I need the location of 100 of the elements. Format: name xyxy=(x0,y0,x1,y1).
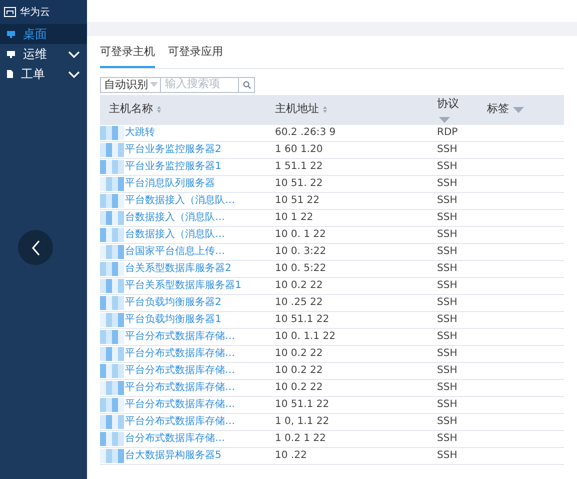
table-cell-text: 1 60 1.20 xyxy=(275,143,323,157)
table-cell-text: 10 51.1 22 xyxy=(275,313,330,327)
table-cell-text: SSH xyxy=(437,245,458,259)
table-cell-text: 10 0.2 22 xyxy=(275,364,323,378)
host-link[interactable]: 平台业务监控服务器1 xyxy=(125,159,222,174)
chevron-left-icon xyxy=(30,240,40,256)
table-cell-text: 60.2 .26:3 9 xyxy=(275,126,336,140)
pixelated-redaction xyxy=(100,398,124,412)
table-cell-text: 10 51 22 xyxy=(275,194,320,208)
table-cell-text: SSH xyxy=(437,330,458,344)
pixelated-redaction xyxy=(100,262,124,276)
monitor-icon xyxy=(7,30,15,38)
sidebar-item[interactable]: 运维 xyxy=(0,44,87,64)
tab[interactable]: 可登录应用 xyxy=(168,44,223,68)
host-link[interactable]: 平台分布式数据库存储… xyxy=(125,346,235,361)
table-cell-text: 10 51.1 22 xyxy=(275,398,330,412)
table-cell-text: SSH xyxy=(437,398,458,412)
pixelated-redaction xyxy=(100,296,124,310)
table-cell-text: 10 0.2 22 xyxy=(275,381,323,395)
column-header[interactable]: 标签 xyxy=(487,101,509,118)
table-cell-text: 1 0.2 1 22 xyxy=(275,432,326,446)
column-header[interactable]: 主机名称 xyxy=(109,101,153,118)
pixelated-redaction xyxy=(100,126,124,140)
table-cell-text: 10 0. 3:22 xyxy=(275,245,326,259)
table-cell-text: SSH xyxy=(437,449,458,463)
table-cell-text: SSH xyxy=(437,211,458,225)
table-cell-text: 10 0. 5:22 xyxy=(275,262,326,276)
table-cell-text: SSH xyxy=(437,160,458,174)
table-cell-text: SSH xyxy=(437,228,458,242)
chevron-down-icon xyxy=(68,70,80,78)
host-link[interactable]: 平台分布式数据库存储… xyxy=(125,414,235,429)
column-header[interactable]: 协议 xyxy=(437,96,459,113)
pixelated-redaction xyxy=(100,330,124,344)
host-link[interactable]: 平台数据接入（消息队… xyxy=(125,193,235,208)
pixelated-redaction xyxy=(100,312,124,326)
pixelated-redaction xyxy=(100,364,124,378)
host-link[interactable]: 平台分布式数据库存储… xyxy=(125,329,235,344)
pixelated-redaction xyxy=(100,414,124,428)
host-link[interactable]: 台分布式数据库存储… xyxy=(125,431,225,446)
host-link[interactable]: 平台负载均衡服务器1 xyxy=(125,312,222,327)
host-link[interactable]: 平台负载均衡服务器2 xyxy=(125,295,222,310)
table-cell-text: SSH xyxy=(437,381,458,395)
table-cell-text: 10 1 22 xyxy=(275,211,314,225)
table-cell-text: 10 0.2 22 xyxy=(275,279,323,293)
table-cell-text: 10 .25 22 xyxy=(275,296,323,310)
host-link[interactable]: 平台消息队列服务器 xyxy=(125,176,215,191)
host-link[interactable]: 平台业务监控服务器2 xyxy=(125,142,222,157)
host-link[interactable]: 平台分布式数据库存储… xyxy=(125,363,235,378)
monitor-icon xyxy=(7,50,15,58)
table-cell-text: SSH xyxy=(437,194,458,208)
search-field[interactable]: 输入搜索项 xyxy=(161,76,239,92)
table-cell-text: SSH xyxy=(437,432,458,446)
back-button[interactable] xyxy=(18,230,53,265)
pixelated-redaction xyxy=(100,142,124,156)
host-link[interactable]: 台数据接入（消息队… xyxy=(125,227,225,242)
host-link[interactable]: 台关系型数据库服务器2 xyxy=(125,261,232,276)
table-cell-text: 1 51.1 22 xyxy=(275,160,323,174)
sort-icon xyxy=(323,106,327,113)
sidebar-item[interactable]: 工单 xyxy=(0,64,87,84)
table-cell-text: 10 0.2 22 xyxy=(275,347,323,361)
brand-title: 华为云 xyxy=(20,6,50,20)
mode-select[interactable]: 自动识别 xyxy=(100,76,161,92)
table-cell-text: 10 0. 1 22 xyxy=(275,228,326,242)
sort-icon xyxy=(157,106,161,113)
pixelated-redaction xyxy=(100,346,124,360)
table-cell-text: 10 51. 22 xyxy=(275,177,323,191)
host-link[interactable]: 台数据接入（消息队… xyxy=(125,210,225,225)
pixelated-redaction xyxy=(100,210,124,224)
table-cell-text: 10 .22 xyxy=(275,449,307,463)
select-value: 自动识别 xyxy=(104,79,148,90)
logo-icon xyxy=(4,7,16,17)
table-cell-text: SSH xyxy=(437,415,458,429)
pixelated-redaction xyxy=(100,176,124,190)
column-header[interactable]: 主机地址 xyxy=(275,101,319,118)
table-cell-text: SSH xyxy=(437,143,458,157)
search-icon xyxy=(242,80,250,88)
pixelated-redaction xyxy=(100,244,124,258)
host-link[interactable]: 台国家平台信息上传… xyxy=(125,244,225,259)
pixelated-redaction xyxy=(100,278,124,292)
tab[interactable]: 可登录主机 xyxy=(100,44,155,68)
table-cell-text: SSH xyxy=(437,177,458,191)
sidebar-item[interactable]: 桌面 xyxy=(0,24,87,44)
host-link[interactable]: 平台分布式数据库存储… xyxy=(125,397,235,412)
host-link[interactable]: 大跳转 xyxy=(125,125,155,140)
document-icon xyxy=(7,70,13,78)
search-button[interactable] xyxy=(239,76,255,92)
filter-icon xyxy=(513,106,524,112)
chevron-down-icon xyxy=(68,50,80,58)
host-link[interactable]: 平台关系型数据库服务器1 xyxy=(125,278,242,293)
host-link[interactable]: 平台分布式数据库存储… xyxy=(125,380,235,395)
host-link[interactable]: 台大数据异构服务器5 xyxy=(125,448,222,463)
pixelated-redaction xyxy=(100,228,124,242)
table-cell-text: 1 0, 1.1 22 xyxy=(275,415,330,429)
table-cell-text: SSH xyxy=(437,279,458,293)
caret-down-icon xyxy=(150,82,158,87)
pixelated-redaction xyxy=(100,448,124,462)
pixelated-redaction xyxy=(100,194,124,208)
table-cell-text: SSH xyxy=(437,313,458,327)
filter-icon xyxy=(439,116,450,123)
table-cell-text: SSH xyxy=(437,262,458,276)
